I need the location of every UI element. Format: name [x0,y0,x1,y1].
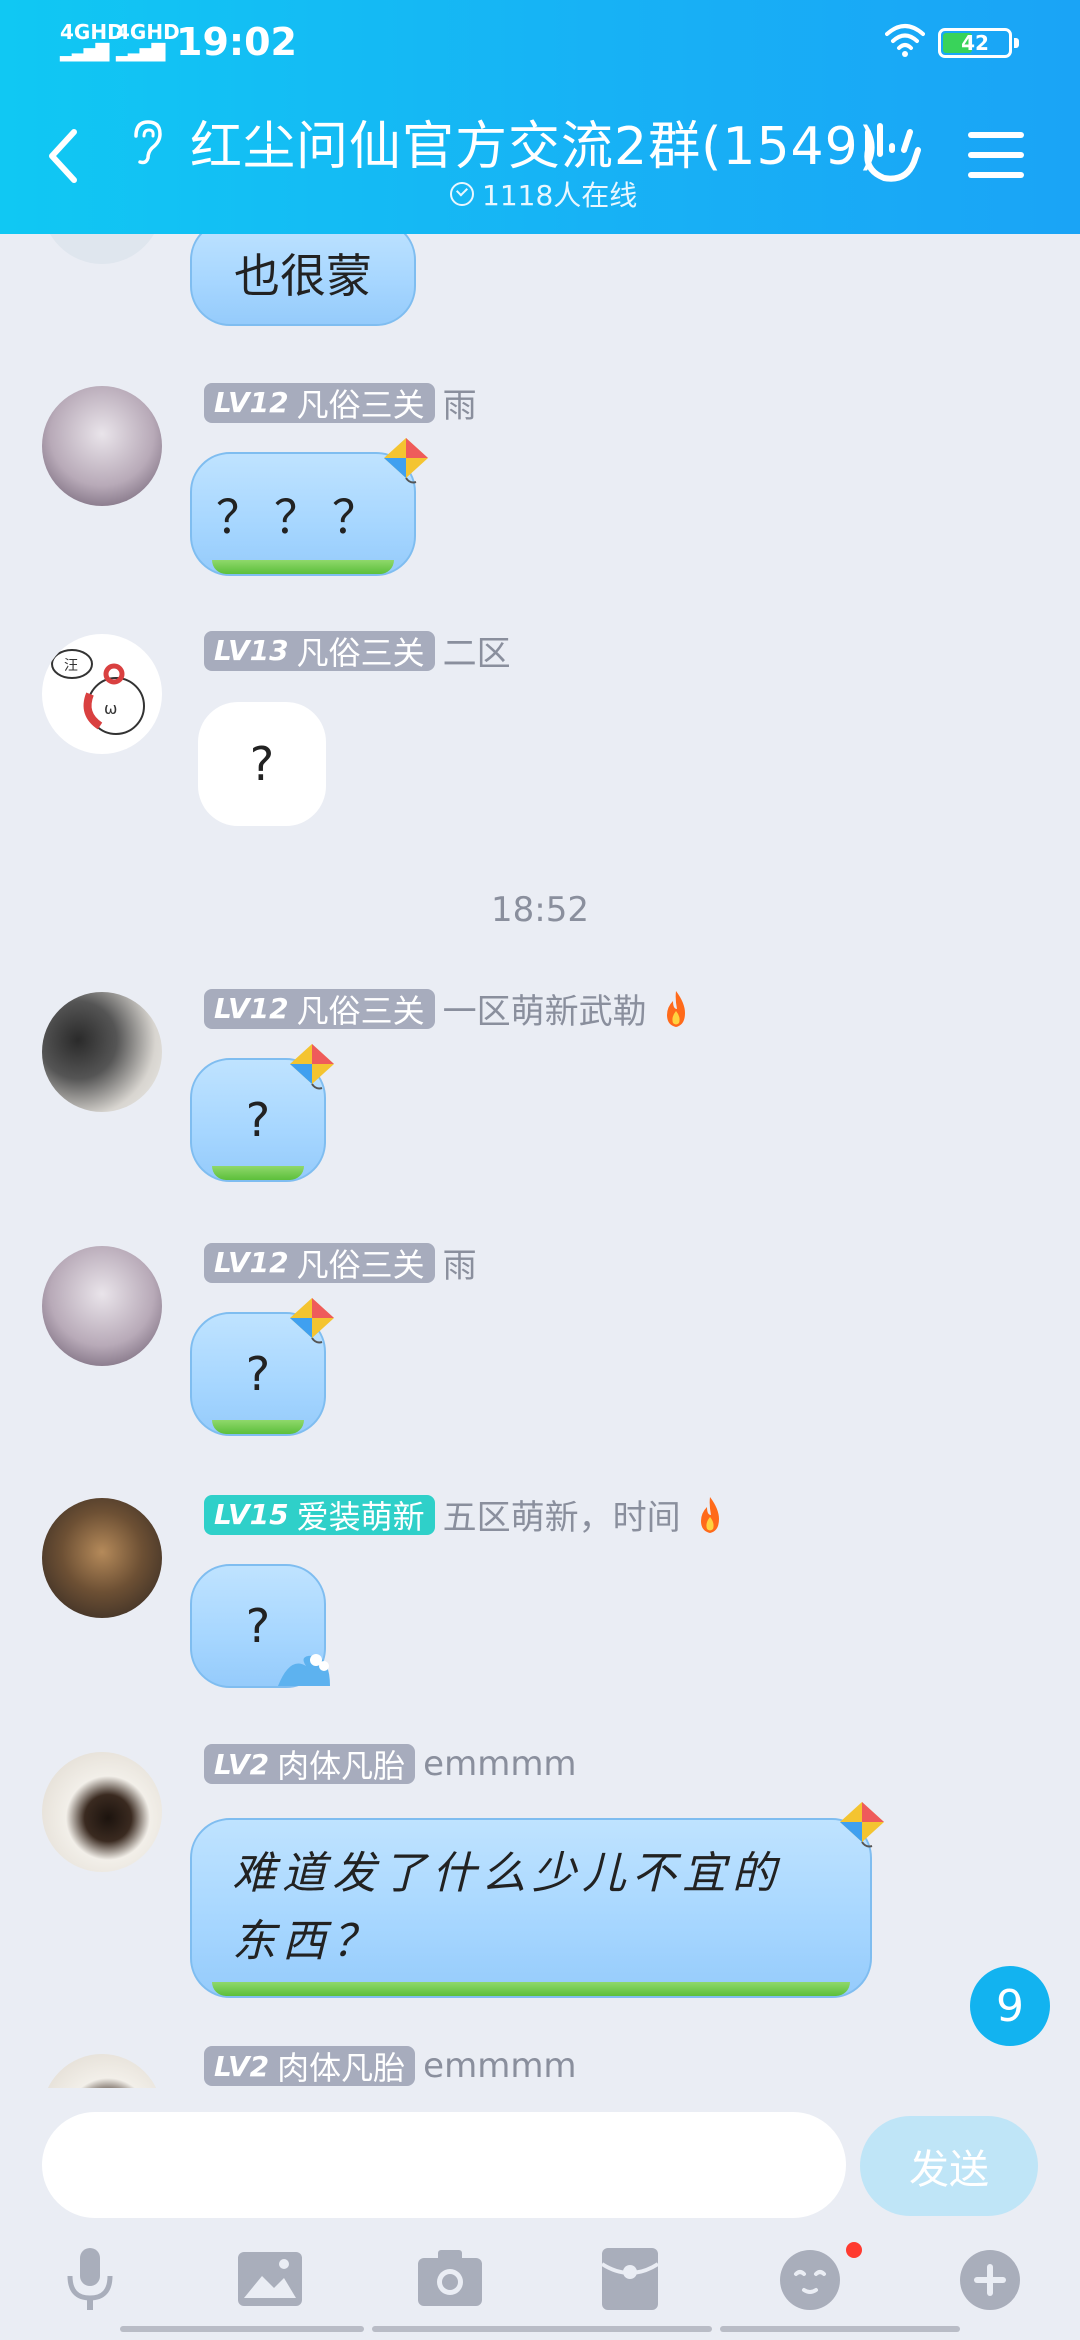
sender-name[interactable]: 五区萌新，时间 [443,1490,681,1539]
send-button[interactable]: 发送 [860,2116,1038,2216]
sender-name[interactable]: 雨 [443,1238,477,1287]
signal-bars-icon: ▂▃▅▇ [116,41,165,62]
sender-name[interactable]: 一区萌新武勒 [443,984,647,1033]
message-bubble[interactable]: ? [198,702,326,826]
level-badge: LV12 凡俗三关 [204,1242,435,1284]
nav-bar-segment [720,2326,960,2332]
sender-name[interactable]: 雨 [443,378,477,427]
message-text: ? [249,737,275,791]
sender-meta: LV13 凡俗三关 二区 [204,626,511,675]
message-bubble[interactable]: 难道发了什么少儿不宜的东西？ [190,1818,872,1998]
message-bubble[interactable]: ? [190,1564,330,1688]
message-bubble[interactable]: 也很蒙 [190,234,416,326]
level-badge: LV13 凡俗三关 [204,630,435,672]
plus-icon[interactable] [954,2242,1026,2314]
menu-icon[interactable] [968,132,1024,180]
online-count: 1118人在线 [450,174,637,214]
battery-icon: 42 [938,28,1019,58]
signal-bars-icon: ▂▃▅▇ [60,41,109,62]
nav-bar-segment [120,2326,364,2332]
mic-icon[interactable] [54,2242,126,2314]
avatar[interactable] [42,2054,162,2088]
kite-icon [840,1802,884,1848]
check-circle-icon [450,182,474,206]
battery-level: 42 [961,31,989,55]
network-indicator-2: 4GHD ▂▃▅▇ [116,22,180,62]
unread-count-badge[interactable]: 9 [970,1966,1050,2046]
message-text: 也很蒙 [234,249,372,303]
wifi-icon [885,24,925,57]
kite-icon [290,1044,334,1090]
message-input[interactable] [42,2112,846,2218]
sender-meta: LV12 凡俗三关 雨 [204,378,477,427]
kite-icon [290,1298,334,1344]
message-text: 难道发了什么少儿不宜的东西？ [232,1848,782,1967]
svg-text:汪: 汪 [64,658,78,674]
avatar[interactable] [42,992,162,1112]
group-title[interactable]: 红尘问仙官方交流2群(1549) [190,104,880,179]
redpacket-icon[interactable] [594,2242,666,2314]
avatar[interactable] [42,1498,162,1618]
avatar[interactable] [42,1752,162,1872]
online-count-label: 1118人在线 [482,179,638,212]
back-icon[interactable] [44,126,84,186]
avatar[interactable]: 汪 ω [42,634,162,754]
sender-meta: LV12 凡俗三关 一区萌新武勒 [204,984,693,1033]
network-indicator-1: 4GHD ▂▃▅▇ [60,22,124,62]
hand-icon[interactable] [858,120,924,186]
camera-icon[interactable] [414,2242,486,2314]
svg-text:ω: ω [104,699,117,718]
kite-icon [384,438,428,484]
avatar[interactable] [42,386,162,506]
cartoon-cat-icon: 汪 ω [51,649,145,735]
status-bar: 4GHD ▂▃▅▇ 4GHD ▂▃▅▇ 19:02 42 [0,0,1080,90]
status-time: 19:02 [176,20,297,64]
wave-icon [278,1654,330,1686]
time-divider: 18:52 [491,890,589,930]
sender-name[interactable]: emmmm [423,1744,576,1784]
chat-header: 4GHD ▂▃▅▇ 4GHD ▂▃▅▇ 19:02 42 红尘问仙官方交流2群(… [0,0,1080,234]
fire-icon [700,1496,719,1533]
sender-name[interactable]: emmmm [423,2046,576,2086]
level-badge: LV12 凡俗三关 [204,382,435,424]
ear-icon[interactable] [128,118,164,166]
fire-icon [666,990,685,1027]
toolbar [0,2242,1080,2332]
sender-name[interactable]: 二区 [443,626,511,675]
level-badge: LV2 肉体凡胎 [204,2046,416,2087]
level-badge: LV2 肉体凡胎 [204,1744,416,1785]
sender-meta: LV12 凡俗三关 雨 [204,1238,477,1287]
sender-meta: LV15 爱装萌新 五区萌新，时间 [204,1490,727,1539]
notification-dot [846,2242,862,2258]
input-bar: 发送 [0,2088,1080,2340]
avatar[interactable] [42,234,162,264]
message-list[interactable]: 也很蒙 LV12 凡俗三关 雨 ？？？ 汪 ω LV13 凡俗三关 二区 ? 1… [0,234,1080,2088]
emoji-icon[interactable] [774,2242,846,2314]
level-badge: LV15 爱装萌新 [204,1494,435,1536]
image-icon[interactable] [234,2242,306,2314]
nav-bar-segment [372,2326,712,2332]
sender-meta: LV2 肉体凡胎 emmmm [204,1744,577,1785]
sender-meta: LV2 肉体凡胎 emmmm [204,2046,577,2087]
avatar[interactable] [42,1246,162,1366]
level-badge: LV12 凡俗三关 [204,988,435,1030]
